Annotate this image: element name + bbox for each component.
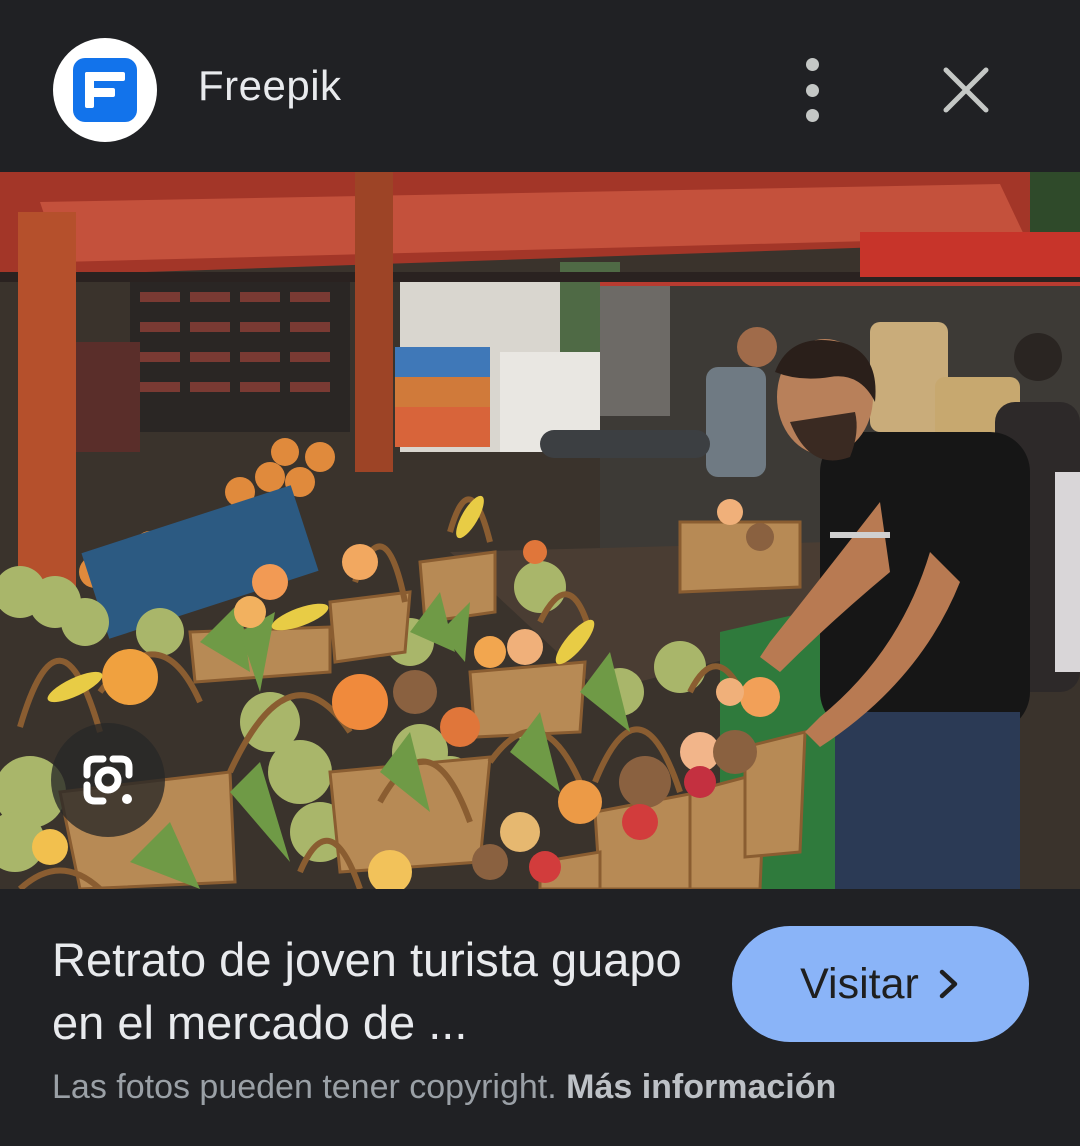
site-name[interactable]: Freepik bbox=[198, 62, 342, 110]
result-image[interactable]: Leckere Fischbrötchen bbox=[0, 172, 1080, 889]
google-lens-icon[interactable] bbox=[51, 723, 165, 837]
header-bar: Freepik bbox=[0, 0, 1080, 172]
visit-button-label: Visitar bbox=[800, 959, 919, 1008]
copyright-text: Las fotos pueden tener copyright. bbox=[52, 1068, 557, 1106]
visit-button[interactable]: Visitar bbox=[732, 926, 1029, 1042]
more-info-link[interactable]: Más información bbox=[566, 1068, 836, 1106]
copyright-notice: Las fotos pueden tener copyright. Más in… bbox=[52, 1068, 836, 1107]
close-icon[interactable] bbox=[938, 62, 994, 118]
freepik-logo-mark bbox=[73, 58, 137, 122]
more-vert-icon[interactable] bbox=[790, 58, 834, 122]
freepik-logo-icon[interactable] bbox=[53, 38, 157, 142]
result-title[interactable]: Retrato de joven turista guapo en el mer… bbox=[52, 928, 712, 1054]
chevron-right-icon bbox=[939, 969, 958, 999]
